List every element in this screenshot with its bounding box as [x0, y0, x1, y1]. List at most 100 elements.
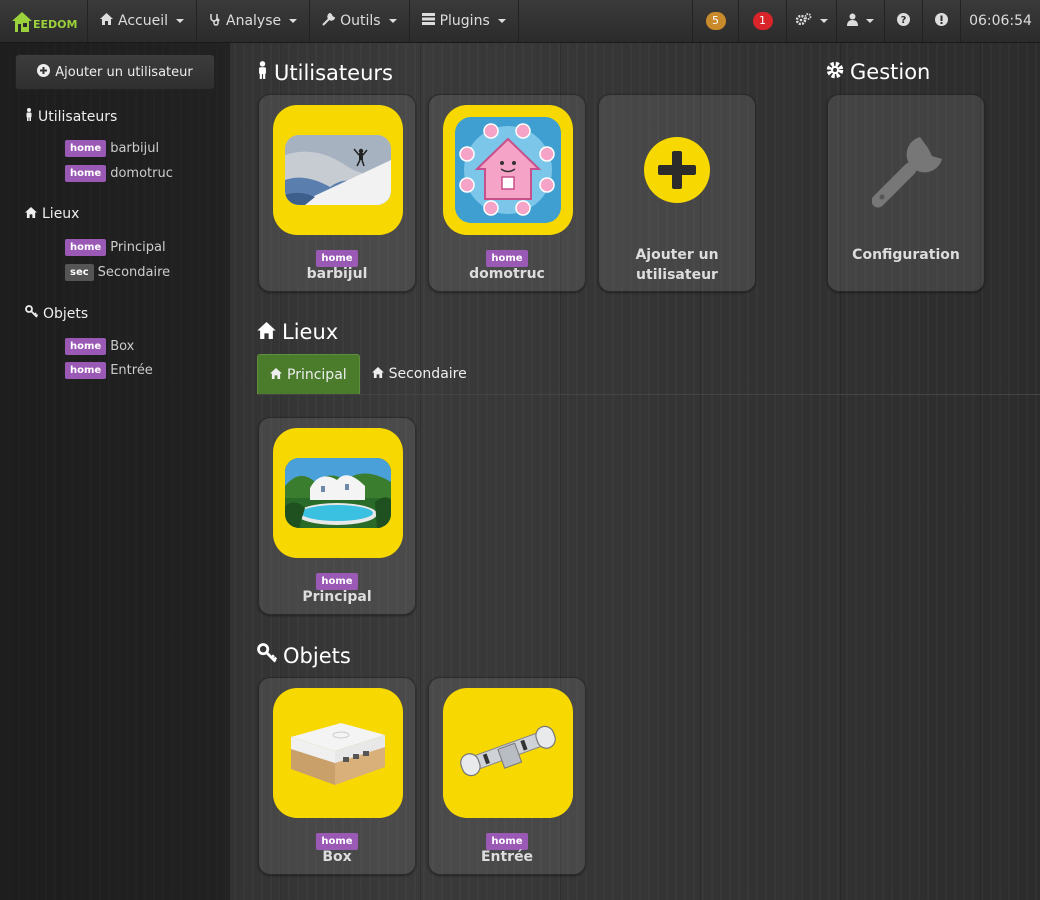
box-device-image — [285, 711, 391, 795]
card-label: domotruc — [469, 266, 545, 282]
nav-analyse-label: Analyse — [226, 13, 282, 29]
cogs-icon — [795, 12, 812, 30]
object-image-tile — [443, 688, 573, 818]
sidebar-item-box[interactable]: home Box — [65, 338, 134, 355]
places-title-text: Lieux — [282, 320, 339, 344]
sidebar-section-places[interactable]: Lieux — [25, 206, 79, 222]
caret-down-icon — [176, 19, 184, 23]
warning-button[interactable] — [922, 0, 960, 42]
plus-circle-icon — [37, 63, 51, 81]
tasks-icon — [421, 13, 435, 29]
key-icon — [25, 305, 39, 322]
nav-accueil[interactable]: Accueil — [88, 0, 197, 42]
tab-secondaire-label: Secondaire — [388, 366, 467, 382]
nav-menu: Accueil Analyse Outils Plugins — [88, 0, 519, 42]
alerts-count-badge: 1 — [752, 12, 773, 30]
alerts-badge-button[interactable]: 1 — [738, 0, 786, 42]
tag-badge: home — [316, 573, 358, 590]
nav-right: 5 1 ? 06:06:54 — [692, 0, 1040, 42]
plus-circle-icon — [644, 137, 710, 207]
tag-badge: home — [316, 833, 358, 850]
home-icon — [371, 366, 384, 382]
sidebar-item-label: Principal — [110, 240, 166, 255]
brand-text: EEDOM — [33, 18, 78, 31]
user-card-domotruc[interactable]: home domotruc — [428, 94, 586, 292]
place-image-tile — [273, 428, 403, 558]
nav-outils-label: Outils — [340, 13, 381, 29]
sidebar-item-entree[interactable]: home Entrée — [65, 362, 153, 379]
add-user-label: Ajouter un utilisateur — [55, 64, 193, 80]
smart-home-illustration — [455, 117, 561, 223]
user-icon — [847, 13, 858, 30]
object-card-box[interactable]: home Box — [258, 677, 416, 875]
ski-jump-photo — [285, 135, 391, 205]
configuration-card[interactable]: Configuration — [827, 94, 985, 292]
svg-text:?: ? — [901, 15, 907, 26]
sidebar-item-label: Entrée — [110, 363, 153, 378]
messages-badge-button[interactable]: 5 — [692, 0, 738, 42]
tag-badge: home — [65, 239, 107, 256]
wrench-icon — [322, 12, 336, 30]
objects-title-text: Objets — [283, 643, 351, 668]
caret-down-icon — [819, 19, 828, 23]
sidebar-item-label: barbijul — [110, 141, 160, 156]
card-tag: home — [429, 829, 585, 850]
home-icon — [100, 13, 113, 29]
user-card-barbijul[interactable]: home barbijul — [258, 94, 416, 292]
tag-badge: home — [65, 140, 107, 157]
sidebar-section-objects-label: Objets — [43, 305, 89, 322]
card-tag: home — [429, 246, 585, 267]
tag-badge: home — [65, 362, 107, 379]
sidebar-section-users-label: Utilisateurs — [38, 108, 118, 125]
exclamation-circle-icon — [935, 12, 948, 30]
sidebar: Ajouter un utilisateur Utilisateurs home… — [0, 43, 230, 900]
sidebar-section-users[interactable]: Utilisateurs — [25, 108, 117, 125]
sidebar-section-places-label: Lieux — [42, 206, 80, 222]
card-tag: home — [259, 246, 415, 267]
card-label: Principal — [302, 589, 372, 605]
nav-plugins[interactable]: Plugins — [410, 0, 519, 42]
nav-analyse[interactable]: Analyse — [197, 0, 311, 42]
clock-time: 06:06:54 — [969, 13, 1032, 29]
sidebar-section-objects[interactable]: Objets — [25, 305, 88, 322]
tag-badge: home — [316, 250, 358, 267]
caret-down-icon — [866, 19, 874, 23]
home-icon — [270, 367, 282, 383]
caret-down-icon — [289, 19, 298, 23]
tab-principal[interactable]: Principal — [257, 354, 360, 394]
sidebar-item-label: Secondaire — [97, 265, 171, 280]
place-card-principal[interactable]: home Principal — [258, 417, 416, 615]
card-label: Ajouter un utilisateur — [599, 245, 755, 285]
tag-badge: home — [65, 338, 107, 355]
clock: 06:06:54 — [960, 0, 1040, 42]
sidebar-item-principal[interactable]: home Principal — [65, 239, 166, 256]
add-user-card[interactable]: Ajouter un utilisateur — [598, 94, 756, 292]
places-tabs: Principal Secondaire — [257, 354, 1040, 395]
male-icon — [257, 60, 268, 85]
settings-menu-button[interactable] — [786, 0, 836, 42]
card-label: Entrée — [480, 849, 534, 865]
sidebar-item-domotruc[interactable]: home domotruc — [65, 165, 173, 182]
brand-logo[interactable]: EEDOM — [0, 0, 88, 42]
stethoscope-icon — [209, 13, 221, 30]
jeedom-logo: EEDOM — [12, 11, 78, 32]
messages-count-badge: 5 — [705, 12, 726, 30]
object-card-entree[interactable]: home Entrée — [428, 677, 586, 875]
add-user-label-line2: utilisateur — [636, 267, 718, 283]
user-menu-button[interactable] — [836, 0, 884, 42]
user-avatar-tile — [273, 105, 403, 235]
gear-icon — [826, 60, 844, 84]
card-label: Box — [322, 849, 352, 865]
sidebar-item-barbijul[interactable]: home barbijul — [65, 140, 159, 157]
nav-outils[interactable]: Outils — [310, 0, 410, 42]
nav-plugins-label: Plugins — [439, 13, 490, 29]
tag-badge: home — [486, 250, 528, 267]
home-icon — [25, 206, 37, 222]
question-circle-icon: ? — [897, 12, 910, 30]
sidebar-item-secondaire[interactable]: sec Secondaire — [65, 264, 170, 281]
help-button[interactable]: ? — [884, 0, 922, 42]
tag-badge: sec — [65, 264, 94, 281]
tag-badge: home — [486, 833, 528, 850]
add-user-button[interactable]: Ajouter un utilisateur — [15, 54, 215, 90]
tab-secondaire[interactable]: Secondaire — [360, 354, 479, 394]
